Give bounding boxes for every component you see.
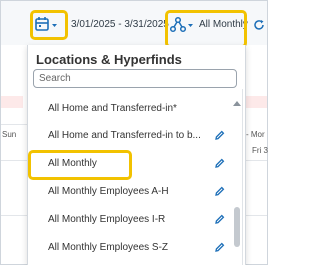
calendar-day-left: Sun (2, 130, 17, 139)
list-item[interactable]: All Home and Transferred-in* (28, 96, 228, 122)
calendar-highlight (30, 10, 68, 40)
location-highlight (165, 10, 247, 48)
list-item-label: All Monthly Employees S-Z (48, 242, 169, 253)
calendar-divider (1, 215, 27, 216)
dropdown-title: Locations & Hyperfinds (36, 52, 182, 67)
scrollbar-thumb[interactable] (234, 207, 240, 247)
list-item-label: All Home and Transferred-in to b... (48, 130, 201, 141)
list-item[interactable]: All Monthly Employees I-R (28, 207, 228, 233)
calendar-divider (244, 215, 267, 216)
pencil-icon[interactable] (214, 186, 225, 197)
scroll-track (242, 89, 243, 265)
list-item[interactable]: All Monthly Employees S-Z (28, 235, 228, 261)
list-item-label: All Home and Transferred-in* (48, 103, 177, 114)
scroll-up-arrow[interactable] (233, 101, 241, 106)
pencil-icon[interactable] (214, 242, 225, 253)
calendar-band-left (1, 96, 23, 108)
list-item[interactable]: All Home and Transferred-in to b... (28, 123, 228, 149)
list-item-label: All Monthly Employees I-R (48, 214, 166, 225)
search-input[interactable] (33, 69, 237, 88)
calendar-band-right (245, 96, 267, 108)
calendar-day-right: - Mor (246, 130, 265, 139)
list-item[interactable]: All Monthly Employees A-H (28, 179, 228, 205)
calendar-divider (1, 124, 27, 125)
pencil-icon[interactable] (214, 158, 225, 169)
selected-item-highlight (28, 150, 132, 180)
list-item-label: All Monthly Employees A-H (48, 186, 169, 197)
calendar-divider (244, 160, 267, 161)
calendar-divider (1, 160, 27, 161)
calendar-date-right: Fri 3 (252, 146, 268, 155)
date-range[interactable]: 3/01/2025 - 3/31/2025 (71, 19, 169, 30)
pencil-icon[interactable] (214, 130, 225, 141)
refresh-icon[interactable] (253, 19, 265, 31)
pencil-icon[interactable] (214, 214, 225, 225)
